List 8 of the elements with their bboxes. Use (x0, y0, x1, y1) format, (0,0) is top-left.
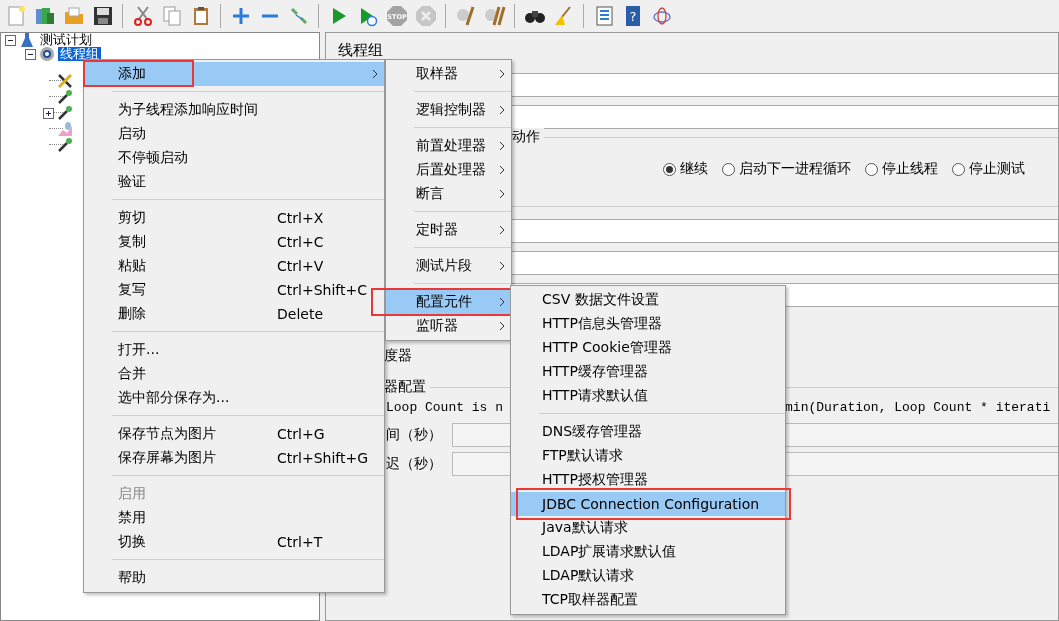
group-legend: 动作 (512, 128, 544, 146)
field-label: 间（秒） (386, 426, 443, 444)
field-label: 迟（秒） (386, 455, 443, 473)
group-legend: 器配置 (384, 378, 430, 396)
scheduler-label: 度器 (384, 347, 412, 365)
note-text: min(Duration, Loop Count * iterati (785, 400, 1051, 417)
note-text: Loop Count is n (386, 400, 504, 417)
panel-title: 线程组 (337, 41, 383, 59)
